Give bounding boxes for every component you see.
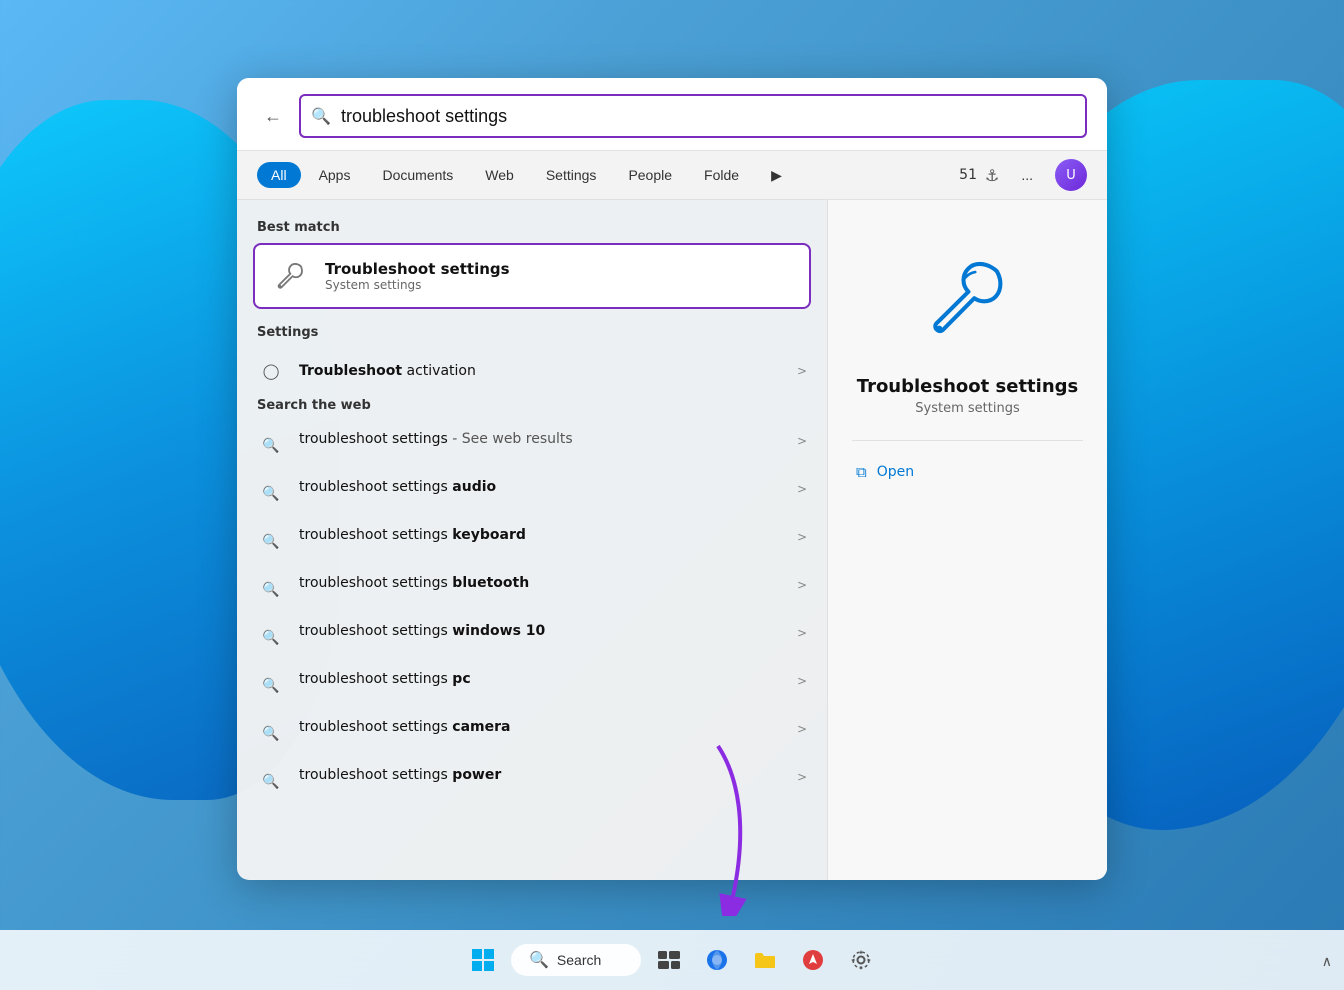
search-bar-wrapper: 🔍	[299, 94, 1087, 138]
web-text-6: troubleshoot settings camera	[299, 718, 783, 738]
web-search-icon-7: 🔍	[257, 768, 285, 796]
user-avatar[interactable]: U	[1055, 159, 1087, 191]
web-search-icon-3: 🔍	[257, 576, 285, 604]
settings-section-label: Settings	[237, 321, 827, 348]
web-chevron-3: >	[797, 578, 807, 592]
tab-people[interactable]: People	[614, 162, 686, 188]
web-search-icon-4: 🔍	[257, 624, 285, 652]
windows-start-button[interactable]	[463, 940, 503, 980]
web-result-audio[interactable]: 🔍 troubleshoot settings audio >	[237, 469, 827, 517]
tab-folders[interactable]: Folde	[690, 162, 753, 188]
best-match-label: Best match	[237, 216, 827, 243]
web-text-5: troubleshoot settings pc	[299, 670, 783, 690]
web-search-icon-0: 🔍	[257, 432, 285, 460]
right-panel: Troubleshoot settings System settings ⧉ …	[827, 200, 1107, 880]
result-count: 51	[959, 167, 977, 183]
web-result-bluetooth[interactable]: 🔍 troubleshoot settings bluetooth >	[237, 565, 827, 613]
web-result-windows10[interactable]: 🔍 troubleshoot settings windows 10 >	[237, 613, 827, 661]
file-explorer-button[interactable]	[745, 940, 785, 980]
taskbar-search-label: Search	[557, 952, 601, 968]
tab-web[interactable]: Web	[471, 162, 528, 188]
web-result-camera[interactable]: 🔍 troubleshoot settings camera >	[237, 709, 827, 757]
web-chevron-2: >	[797, 530, 807, 544]
bing-icon: ⚓	[985, 165, 999, 184]
taskbar-search-icon: 🔍	[529, 950, 549, 970]
detail-subtitle: System settings	[915, 401, 1019, 416]
search-icon: 🔍	[311, 106, 331, 125]
tab-apps[interactable]: Apps	[305, 162, 365, 188]
web-text-2: troubleshoot settings keyboard	[299, 526, 783, 546]
best-match-text: Troubleshoot settings System settings	[325, 260, 510, 292]
settings-icon-button[interactable]	[841, 940, 881, 980]
web-search-icon-5: 🔍	[257, 672, 285, 700]
task-view-button[interactable]	[649, 940, 689, 980]
web-result-see-web[interactable]: 🔍 troubleshoot settings - See web result…	[237, 421, 827, 469]
result-text-activation: Troubleshoot activation	[299, 363, 783, 379]
detail-icon-area	[908, 240, 1028, 360]
web-chevron-7: >	[797, 770, 807, 784]
wrench-icon	[269, 255, 311, 297]
search-content: Best match Troubleshoot settings System …	[237, 200, 1107, 880]
web-result-pc[interactable]: 🔍 troubleshoot settings pc >	[237, 661, 827, 709]
app-icon-red[interactable]	[793, 940, 833, 980]
web-chevron-5: >	[797, 674, 807, 688]
web-chevron-1: >	[797, 482, 807, 496]
left-panel: Best match Troubleshoot settings System …	[237, 200, 827, 880]
web-text-3: troubleshoot settings bluetooth	[299, 574, 783, 594]
result-chevron: >	[797, 364, 807, 378]
tab-all[interactable]: All	[257, 162, 301, 188]
web-chevron-4: >	[797, 626, 807, 640]
best-match-item[interactable]: Troubleshoot settings System settings	[253, 243, 811, 309]
back-button[interactable]: ←	[257, 100, 289, 132]
web-text-4: troubleshoot settings windows 10	[299, 622, 783, 642]
detail-action-open[interactable]: ⧉ Open	[852, 457, 1083, 487]
detail-action-label: Open	[877, 464, 914, 480]
best-match-subtitle: System settings	[325, 278, 510, 292]
web-search-icon-1: 🔍	[257, 480, 285, 508]
settings-result-troubleshoot-activation[interactable]: ◯ Troubleshoot activation >	[237, 348, 827, 394]
tab-more-arrow[interactable]: ▶	[757, 161, 796, 188]
filter-tabs: All Apps Documents Web Settings People F…	[237, 151, 1107, 200]
search-bar-area: ← 🔍	[237, 78, 1107, 151]
web-chevron-6: >	[797, 722, 807, 736]
best-match-title: Troubleshoot settings	[325, 260, 510, 278]
chevron-up-icon: ∧	[1322, 954, 1332, 970]
web-search-icon-6: 🔍	[257, 720, 285, 748]
web-chevron-0: >	[797, 434, 807, 448]
web-text-0: troubleshoot settings - See web results	[299, 430, 783, 450]
web-text-7: troubleshoot settings power	[299, 766, 783, 786]
web-search-icon-2: 🔍	[257, 528, 285, 556]
taskbar-search-button[interactable]: 🔍 Search	[511, 944, 641, 976]
more-options-button[interactable]: ...	[1007, 162, 1047, 188]
open-icon: ⧉	[856, 463, 867, 481]
taskbar: 🔍 Search	[0, 930, 1344, 990]
web-result-keyboard[interactable]: 🔍 troubleshoot settings keyboard >	[237, 517, 827, 565]
detail-divider	[852, 440, 1083, 441]
check-circle-icon: ◯	[257, 357, 285, 385]
web-section-label: Search the web	[237, 394, 827, 421]
tab-documents[interactable]: Documents	[368, 162, 467, 188]
web-result-power[interactable]: 🔍 troubleshoot settings power >	[237, 757, 827, 805]
browser-icon-button[interactable]	[697, 940, 737, 980]
search-input[interactable]	[299, 94, 1087, 138]
detail-title: Troubleshoot settings	[857, 376, 1078, 397]
filter-more-area: 51 ⚓ ... U	[959, 159, 1087, 191]
web-text-1: troubleshoot settings audio	[299, 478, 783, 498]
tab-settings[interactable]: Settings	[532, 162, 611, 188]
show-desktop-button[interactable]: ∧	[1322, 951, 1332, 970]
search-window: ← 🔍 All Apps Documents Web Settings Peop…	[237, 78, 1107, 880]
